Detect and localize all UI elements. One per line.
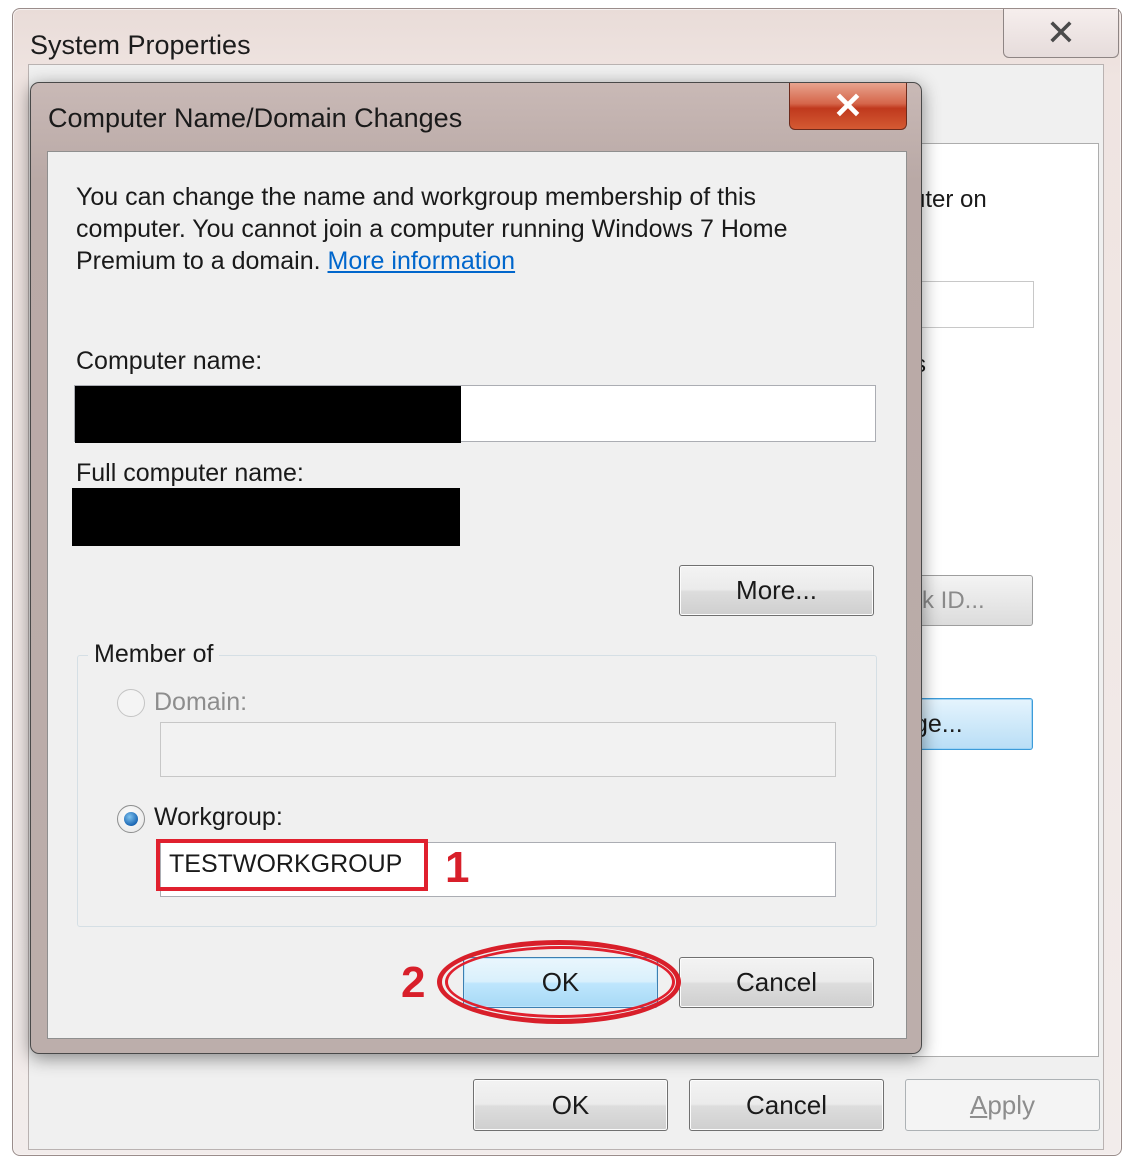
annotation-ellipse-inner [445, 946, 675, 1018]
system-properties-apply-button[interactable]: Apply [905, 1079, 1100, 1131]
full-computer-name-label: Full computer name: [76, 459, 304, 487]
dialog-title: Computer Name/Domain Changes [48, 103, 463, 133]
domain-label: Domain: [154, 688, 248, 716]
close-icon: ✕ [1045, 12, 1077, 53]
partial-description-text: uter on [912, 186, 987, 213]
annotation-step-2: 2 [401, 958, 426, 1007]
member-of-label: Member of [88, 640, 220, 669]
workgroup-label: Workgroup: [154, 803, 283, 831]
system-properties-close-button[interactable]: ✕ [1003, 9, 1119, 58]
redacted-full-computer-name [72, 488, 460, 546]
system-properties-title: System Properties [30, 30, 251, 60]
domain-input[interactable] [160, 722, 836, 777]
domain-radio[interactable] [117, 689, 145, 717]
annotation-step-1: 1 [445, 843, 470, 892]
more-button[interactable]: More... [679, 565, 874, 616]
computer-name-input[interactable] [74, 385, 876, 443]
more-information-link[interactable]: More information [328, 247, 516, 275]
dialog-close-button[interactable]: ✕ [789, 83, 907, 130]
computer-name-label: Computer name: [76, 347, 263, 375]
workgroup-radio[interactable] [117, 805, 145, 833]
close-icon: ✕ [832, 85, 864, 126]
redacted-computer-name [75, 386, 461, 443]
change-button[interactable]: ge... [912, 698, 1033, 750]
system-properties-ok-button[interactable]: OK [473, 1079, 668, 1131]
partial-description-field [912, 281, 1034, 328]
network-id-button[interactable]: rk ID... [912, 575, 1033, 626]
annotation-highlight-box [156, 839, 428, 891]
system-properties-cancel-button[interactable]: Cancel [689, 1079, 884, 1131]
dialog-cancel-button[interactable]: Cancel [679, 957, 874, 1008]
dialog-description: You can change the name and workgroup me… [76, 181, 866, 277]
